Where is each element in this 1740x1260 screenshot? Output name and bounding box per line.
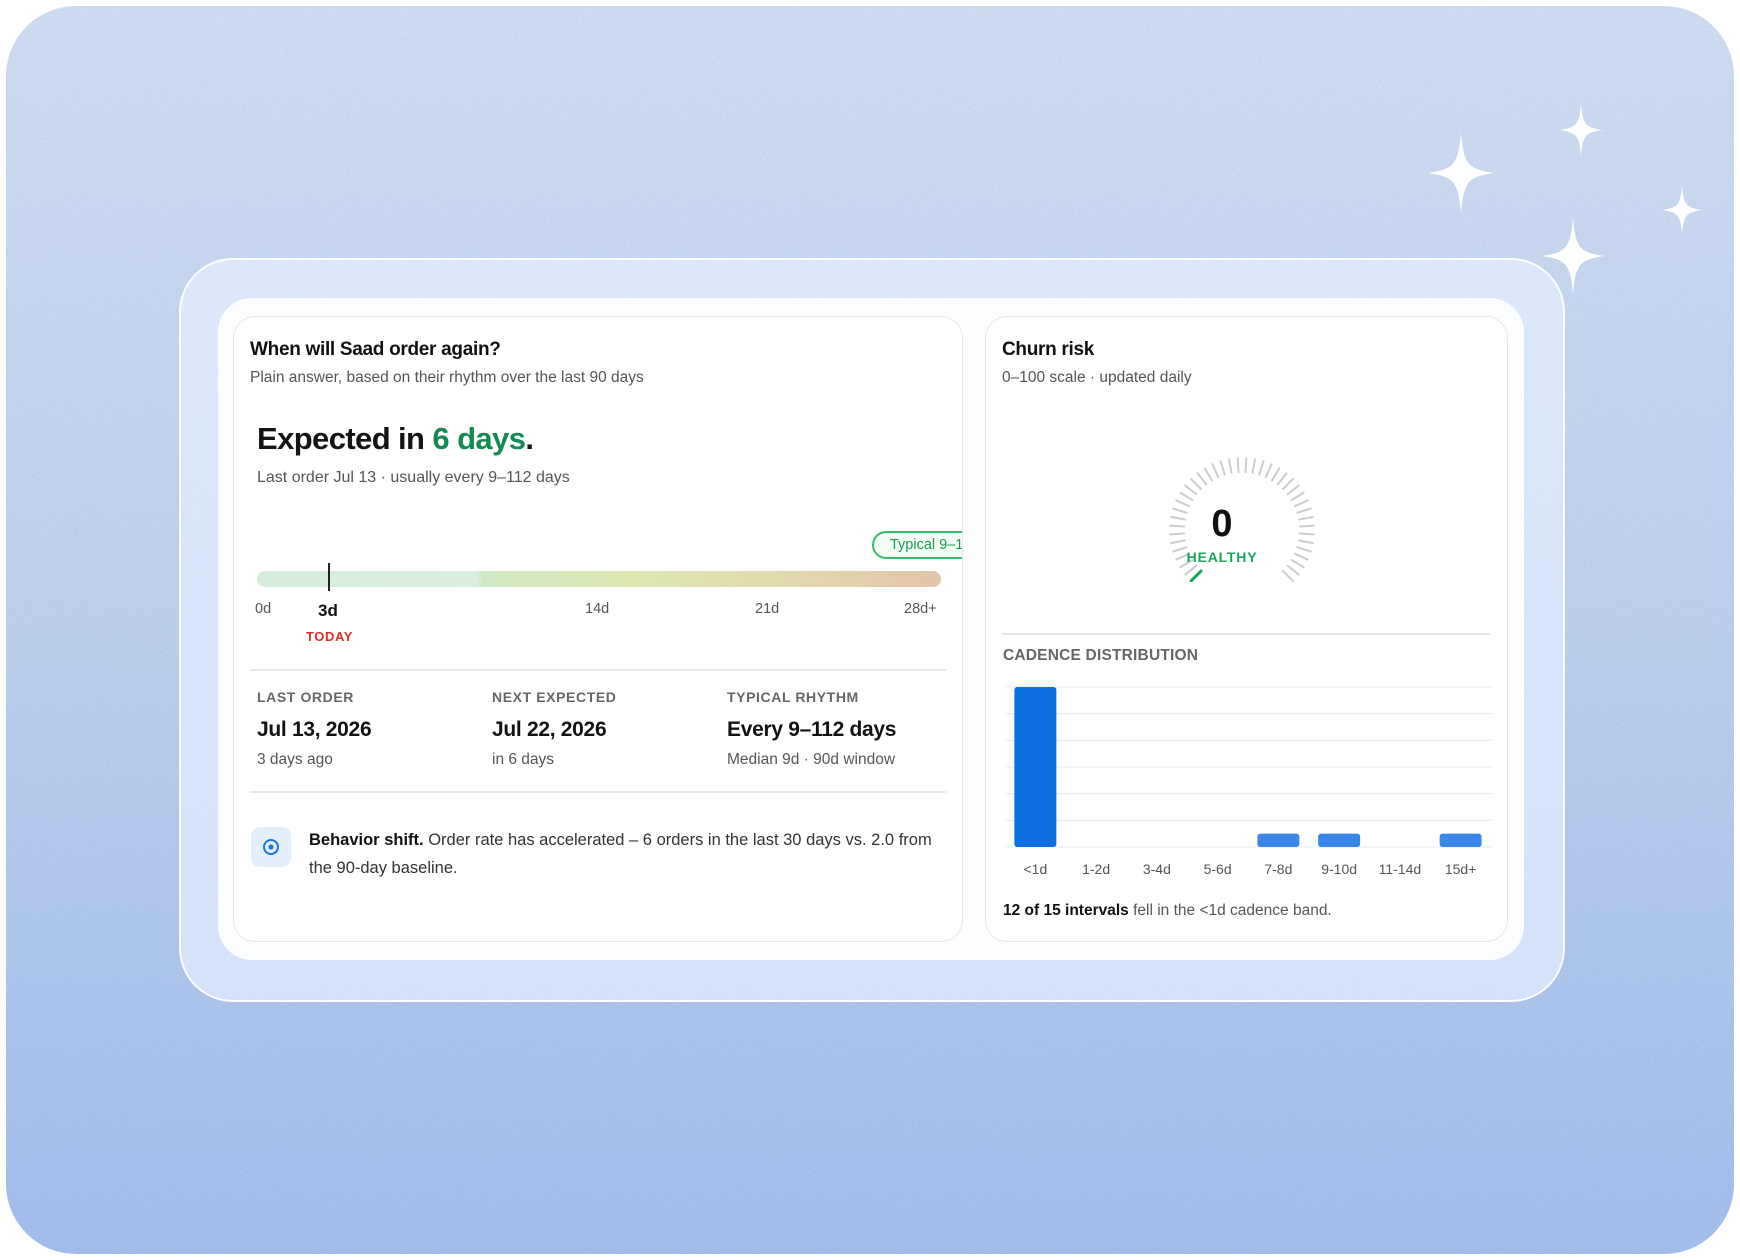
typical-range-pill: Typical 9–112d [872,531,962,559]
gauge-tick [1184,484,1198,496]
churn-risk-card: Churn risk 0–100 scale · updated daily 0… [985,316,1508,942]
stat-label: NEXT EXPECTED [492,689,617,705]
bar-9-10d [1318,833,1361,847]
gauge-tick [1258,460,1265,476]
card-subtitle: Plain answer, based on their rhythm over… [250,369,644,386]
x-tick-label: 9-10d [1321,861,1357,877]
divider [250,669,946,671]
today-label: TODAY [306,629,354,644]
bar-7-8d [1257,833,1300,847]
timeline-track [257,571,941,587]
gauge-tick [1228,458,1233,474]
x-tick-label: 3-4d [1143,861,1171,877]
headline-prefix: Expected in [257,421,433,456]
headline-suffix: . [525,421,534,456]
gauge-tick [1236,457,1240,474]
stat-value: Every 9–112 days [727,718,897,741]
gauge-fill-tick [1189,569,1203,582]
sparkle-icon [1662,186,1702,234]
sparkle-icon [1559,104,1603,156]
stat-label: LAST ORDER [257,689,354,705]
card-title: Churn risk [1002,339,1095,360]
gauge-tick [1282,478,1294,490]
stat-last-order: LAST ORDER Jul 13, 2026 3 days ago [257,689,477,769]
x-tick-label: 11-14d [1379,861,1422,877]
distribution-title: CADENCE DISTRIBUTION [1003,647,1199,664]
cadence-chart: <1d 1-2d 3-4d 5-6d 7-8d 9-10d 11-14d 15d+ [1006,686,1492,877]
gauge-status: HEALTHY [1186,549,1258,565]
prediction-headline: Expected in 6 days. [257,421,534,457]
x-tick-label: 1-2d [1082,861,1110,877]
distribution-footer: 12 of 15 intervals fell in the <1d caden… [1003,902,1332,920]
gauge-tick [1286,564,1300,576]
x-tick-label: <1d [1024,861,1048,877]
stat-typical-rhythm: TYPICAL RHYTHM Every 9–112 days Median 9… [727,689,947,769]
x-tick-label: 7-8d [1264,861,1292,877]
timeline-tick: 14d [585,601,610,617]
behavior-shift-title: Behavior shift. [309,831,424,849]
divider [1002,633,1490,635]
today-tick: 3d [318,601,338,620]
card-title: When will Saad order again? [250,339,501,360]
sparkle-icon [1428,133,1494,213]
x-tick-label: 5-6d [1204,861,1232,877]
stat-label: TYPICAL RHYTHM [727,689,859,705]
x-tick-label: 15d+ [1445,861,1477,877]
gauge-tick [1282,570,1294,582]
timeline-tick: 21d [755,601,780,617]
gauge-tick [1211,463,1220,479]
gauge-tick [1179,491,1194,501]
gauge-tick [1219,460,1226,476]
stat-value: Jul 13, 2026 [257,718,372,741]
stat-foot: in 6 days [492,751,555,768]
stat-foot: Median 9d · 90d window [727,751,896,768]
last-order-meta: Last order Jul 13 · usually every 9–112 … [257,469,570,486]
stat-value: Jul 22, 2026 [492,718,607,741]
bar-<1d [1014,687,1057,847]
today-marker [328,563,330,591]
divider [250,791,946,793]
reorder-prediction-card: When will Saad order again? Plain answer… [233,316,963,942]
target-icon [251,827,291,867]
timeline-tick: 28d+ [904,601,937,617]
footer-count: 12 of 15 intervals [1003,902,1129,919]
gauge-tick [1184,564,1198,576]
card-subtitle: 0–100 scale · updated daily [1002,369,1192,386]
gauge-tick [1196,472,1208,486]
stat-next-expected: NEXT EXPECTED Jul 22, 2026 in 6 days [492,689,712,769]
gauge-tick [1276,472,1288,486]
timeline-tick: 0d [255,601,272,617]
bar-15d+ [1439,833,1482,847]
gauge-tick [1203,467,1213,482]
headline-days: 6 days [432,421,526,456]
gauge-tick [1271,467,1281,482]
gauge-value: 0 [1211,503,1233,545]
gauge-tick [1290,491,1305,501]
behavior-shift-note: Behavior shift. Order rate has accelerat… [309,826,939,882]
gauge-tick [1244,457,1248,474]
footer-text: fell in the <1d cadence band. [1128,902,1332,919]
gauge-tick [1286,484,1300,496]
gauge-tick [1264,463,1273,479]
gauge-tick [1251,458,1256,474]
stat-foot: 3 days ago [257,751,333,768]
gauge-tick [1190,478,1202,490]
